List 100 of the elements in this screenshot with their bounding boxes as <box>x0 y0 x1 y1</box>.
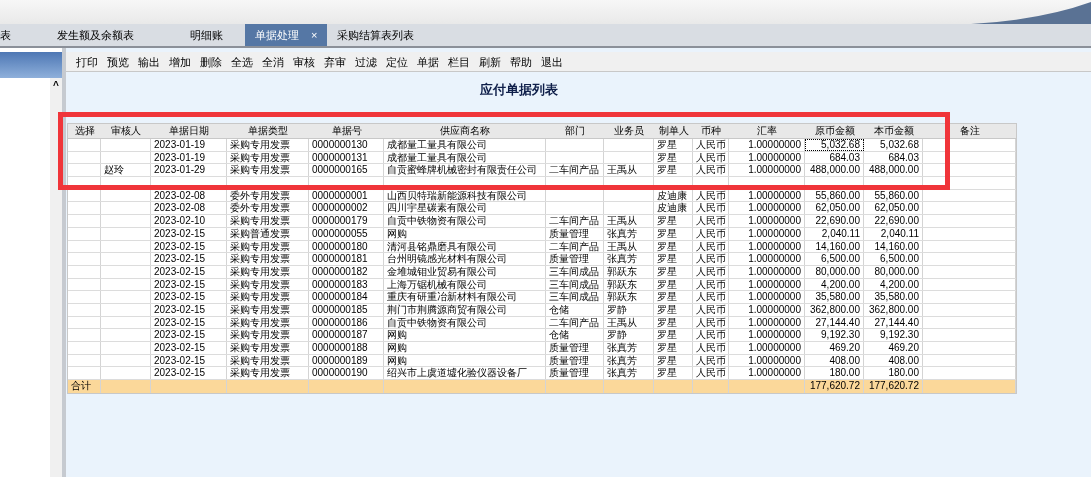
table-cell: 55,860.00 <box>864 189 923 202</box>
tab[interactable]: 明细账 <box>168 24 245 46</box>
column-header[interactable]: 单据日期 <box>151 124 227 138</box>
table-cell: 0000000185 <box>309 303 384 316</box>
scroll-up-button[interactable]: ^ <box>53 78 59 93</box>
table-cell: 1.00000000 <box>729 329 805 341</box>
toolbar-button[interactable]: 退出 <box>537 52 567 71</box>
column-header[interactable]: 部门 <box>546 124 604 138</box>
toolbar-button[interactable]: 输出 <box>134 52 164 71</box>
table-cell: 0000000186 <box>309 316 384 329</box>
tab[interactable]: 发生额及余额表 <box>47 24 168 46</box>
toolbar-button[interactable]: 过滤 <box>351 52 381 71</box>
table-cell: 采购专用发票 <box>227 151 309 164</box>
table-cell: 177,620.72 <box>805 380 864 394</box>
toolbar-button[interactable]: 帮助 <box>506 52 536 71</box>
table-cell: 2,040.11 <box>805 227 864 240</box>
table-cell: 网购 <box>384 227 546 240</box>
table-cell: 人民币 <box>693 253 729 265</box>
table-cell: 王禹从 <box>604 215 654 227</box>
table-cell: 人民币 <box>693 240 729 253</box>
toolbar-button[interactable]: 定位 <box>382 52 412 71</box>
toolbar-button[interactable]: 刷新 <box>475 52 505 71</box>
table-cell: 2023-02-15 <box>151 354 227 367</box>
table-cell: 人民币 <box>693 291 729 303</box>
table-cell: 罗星 <box>654 151 693 164</box>
column-header[interactable]: 制单人 <box>654 124 693 138</box>
table-cell: 488,000.00 <box>805 164 864 177</box>
table-cell: 2023-01-29 <box>151 164 227 177</box>
table-cell: 网购 <box>384 342 546 354</box>
column-header[interactable]: 审核人 <box>101 124 151 138</box>
tab[interactable]: 表 <box>0 24 47 46</box>
table-cell: 自贡中铁物资有限公司 <box>384 215 546 227</box>
table-cell: 180.00 <box>805 367 864 380</box>
table-cell: 人民币 <box>693 316 729 329</box>
table-cell: 委外专用发票 <box>227 189 309 202</box>
toolbar-button[interactable]: 增加 <box>165 52 195 71</box>
table-cell: 人民币 <box>693 303 729 316</box>
table-cell: 罗静 <box>604 303 654 316</box>
table-cell: 采购专用发票 <box>227 316 309 329</box>
table-cell: 山西贝特瑞新能源科技有限公司 <box>384 189 546 202</box>
table-cell: 0000000131 <box>309 151 384 164</box>
tab[interactable]: 单据处理 × <box>245 24 328 46</box>
table-cell: 0000000189 <box>309 354 384 367</box>
table-cell: 6,500.00 <box>805 253 864 265</box>
table-cell: 上海万锯机械有限公司 <box>384 278 546 291</box>
table-cell: 王禹从 <box>604 164 654 177</box>
column-header[interactable]: 本币金额 <box>864 124 923 138</box>
table-cell: 5,032.68 <box>864 139 923 151</box>
column-header[interactable]: 供应商名称 <box>384 124 546 138</box>
table-cell: 人民币 <box>693 367 729 380</box>
column-header[interactable]: 选择 <box>68 124 101 138</box>
table-cell: 皮迪康 <box>654 202 693 215</box>
table-cell: 180.00 <box>864 367 923 380</box>
table-cell: 质量管理 <box>546 253 604 265</box>
table-cell: 质量管理 <box>546 367 604 380</box>
toolbar-button[interactable]: 弃审 <box>320 52 350 71</box>
toolbar-button[interactable]: 全消 <box>258 52 288 71</box>
table-cell: 郭跃东 <box>604 291 654 303</box>
table-cell: 1.00000000 <box>729 367 805 380</box>
table-cell: 80,000.00 <box>864 265 923 278</box>
table-cell: 罗星 <box>654 367 693 380</box>
tab[interactable]: 采购结算表列表 <box>327 24 425 46</box>
table-cell: 采购专用发票 <box>227 278 309 291</box>
column-header[interactable]: 币种 <box>693 124 729 138</box>
table-cell: 62,050.00 <box>805 202 864 215</box>
table-cell: 金堆城钼业贸易有限公司 <box>384 265 546 278</box>
table-cell: 14,160.00 <box>805 240 864 253</box>
toolbar-button[interactable]: 预览 <box>103 52 133 71</box>
column-header[interactable]: 备注 <box>923 124 1016 138</box>
column-header[interactable]: 汇率 <box>729 124 805 138</box>
toolbar-button[interactable]: 审核 <box>289 52 319 71</box>
table-cell: 408.00 <box>864 354 923 367</box>
column-header[interactable]: 原币金额 <box>805 124 864 138</box>
table-cell: 质量管理 <box>546 354 604 367</box>
table-cell: 0000000179 <box>309 215 384 227</box>
toolbar-button[interactable]: 删除 <box>196 52 226 71</box>
column-header[interactable]: 业务员 <box>604 124 654 138</box>
table-cell: 张真芳 <box>604 367 654 380</box>
table-cell: 2023-02-08 <box>151 202 227 215</box>
table-cell: 罗静 <box>604 329 654 341</box>
table-cell: 1.00000000 <box>729 202 805 215</box>
table-cell: 684.03 <box>864 151 923 164</box>
table-cell: 1.00000000 <box>729 189 805 202</box>
toolbar-button[interactable]: 单据 <box>413 52 443 71</box>
table-cell: 0000000188 <box>309 342 384 354</box>
toolbar-button[interactable]: 栏目 <box>444 52 474 71</box>
column-header[interactable]: 单据类型 <box>227 124 309 138</box>
table-cell: 罗星 <box>654 291 693 303</box>
table-cell: 2023-02-15 <box>151 278 227 291</box>
toolbar-button[interactable]: 打印 <box>72 52 102 71</box>
close-icon[interactable]: × <box>311 26 318 44</box>
table-cell: 人民币 <box>693 151 729 164</box>
column-header[interactable]: 单据号 <box>309 124 384 138</box>
table-cell: 55,860.00 <box>805 189 864 202</box>
table-cell: 重庆有研重冶新材料有限公司 <box>384 291 546 303</box>
table-cell: 362,800.00 <box>864 303 923 316</box>
table-cell: 罗星 <box>654 303 693 316</box>
table-cell: 408.00 <box>805 354 864 367</box>
table-cell: 郭跃东 <box>604 278 654 291</box>
toolbar-button[interactable]: 全选 <box>227 52 257 71</box>
